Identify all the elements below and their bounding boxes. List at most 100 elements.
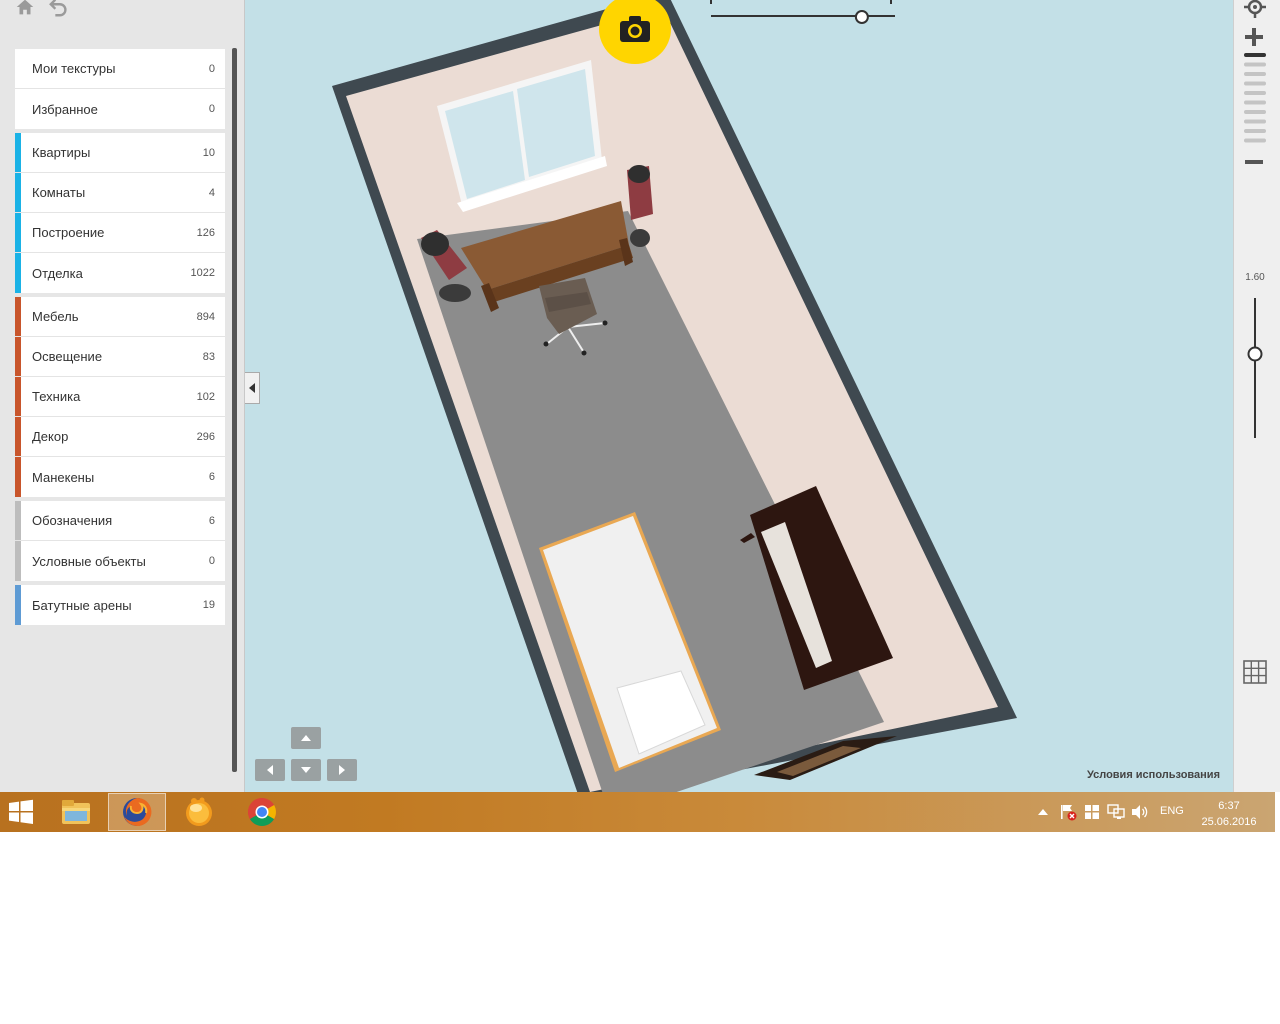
category-item[interactable]: Квартиры 10 bbox=[15, 133, 225, 173]
pan-left-button[interactable] bbox=[255, 759, 285, 781]
category-label: Отделка bbox=[32, 265, 83, 281]
zoom-value-label: 1.60 bbox=[1245, 272, 1265, 283]
category-item[interactable]: Манекены 6 bbox=[15, 457, 225, 497]
category-item[interactable]: Мои текстуры 0 bbox=[15, 49, 225, 89]
zoom-step-bar[interactable] bbox=[1244, 91, 1266, 95]
category-group: Мои текстуры 0 Избранное 0 bbox=[15, 49, 225, 129]
undo-icon[interactable] bbox=[48, 0, 70, 18]
firefox-icon bbox=[123, 797, 152, 826]
volume-tray-button[interactable] bbox=[1130, 792, 1150, 832]
category-group: Обозначения 6 Условные объекты 0 bbox=[15, 501, 225, 581]
view-angle-slider-knob[interactable] bbox=[854, 10, 869, 24]
windows-tray-button[interactable] bbox=[1082, 792, 1102, 832]
room-viewport[interactable]: Условия использования bbox=[245, 0, 1233, 792]
category-count: 894 bbox=[196, 310, 215, 323]
grid-icon[interactable] bbox=[1243, 660, 1267, 684]
category-count: 0 bbox=[208, 103, 215, 115]
windows-taskbar: ENG 6:37 25.06.2016 bbox=[0, 792, 1275, 832]
pan-down-button[interactable] bbox=[291, 759, 321, 781]
category-label: Мои текстуры bbox=[32, 61, 116, 76]
category-color-stripe bbox=[15, 253, 21, 293]
speaker-right bbox=[627, 165, 653, 247]
category-item[interactable]: Условные объекты 0 bbox=[15, 541, 225, 581]
category-color-stripe bbox=[15, 133, 21, 172]
category-count: 0 bbox=[208, 555, 215, 567]
sidebar-toolbar bbox=[14, 0, 70, 18]
category-count: 10 bbox=[202, 146, 215, 159]
collapse-sidebar-button[interactable] bbox=[245, 372, 260, 404]
category-label: Освещение bbox=[32, 349, 103, 364]
category-count: 102 bbox=[196, 390, 215, 403]
category-group: Батутные арены 19 bbox=[15, 585, 225, 625]
terms-of-use-link[interactable]: Условия использования bbox=[1087, 769, 1220, 781]
zoom-step-bar[interactable] bbox=[1244, 62, 1266, 67]
zoom-step-bar[interactable] bbox=[1244, 81, 1266, 86]
speaker-volume-icon bbox=[1132, 805, 1148, 819]
zoom-step-bar[interactable] bbox=[1244, 119, 1266, 124]
zoom-in-icon[interactable] bbox=[1244, 27, 1264, 47]
network-tray-button[interactable] bbox=[1106, 792, 1126, 832]
category-color-stripe bbox=[15, 213, 21, 252]
zoom-slider-knob[interactable] bbox=[1247, 346, 1263, 362]
taskbar-firefox[interactable] bbox=[108, 793, 166, 831]
language-indicator[interactable]: ENG bbox=[1160, 805, 1184, 817]
zoom-step-bar[interactable] bbox=[1244, 129, 1266, 133]
category-label: Батутные арены bbox=[32, 597, 132, 613]
zoom-step-bar[interactable] bbox=[1244, 72, 1266, 76]
catalog-sidebar: Мои текстуры 0 Избранное 0 Квартиры 10 Комнаты… bbox=[0, 0, 245, 792]
zoom-out-icon[interactable] bbox=[1244, 157, 1264, 167]
category-count: 6 bbox=[208, 471, 215, 483]
chevron-up-icon bbox=[1038, 809, 1048, 815]
category-color-stripe bbox=[15, 541, 21, 581]
action-center-tray[interactable] bbox=[1058, 792, 1078, 832]
arrow-down-icon bbox=[301, 767, 311, 773]
category-color-stripe bbox=[15, 585, 21, 625]
category-item[interactable]: Отделка 1022 bbox=[15, 253, 225, 293]
taskbar-chrome[interactable] bbox=[233, 793, 291, 831]
category-label: Мебель bbox=[32, 309, 79, 324]
category-item[interactable]: Мебель 894 bbox=[15, 297, 225, 337]
zoom-slider[interactable] bbox=[1245, 296, 1265, 440]
show-hidden-icons-button[interactable] bbox=[1036, 792, 1050, 832]
zoom-step-bar[interactable] bbox=[1244, 110, 1266, 114]
category-color-stripe bbox=[15, 173, 21, 212]
home-icon[interactable] bbox=[14, 0, 36, 18]
start-button[interactable] bbox=[0, 793, 42, 831]
arrow-right-icon bbox=[339, 765, 345, 775]
category-item[interactable]: Обозначения 6 bbox=[15, 501, 225, 541]
category-color-stripe bbox=[15, 377, 21, 416]
category-item[interactable]: Комнаты 4 bbox=[15, 173, 225, 213]
sidebar-scrollbar[interactable] bbox=[232, 48, 237, 772]
category-item[interactable]: Построение 126 bbox=[15, 213, 225, 253]
zoom-level-steps[interactable] bbox=[1243, 52, 1267, 148]
category-item[interactable]: Техника 102 bbox=[15, 377, 225, 417]
category-count: 296 bbox=[196, 430, 215, 443]
category-color-stripe bbox=[15, 417, 21, 456]
category-count: 83 bbox=[202, 350, 215, 363]
view-angle-slider[interactable] bbox=[705, 0, 905, 30]
category-count: 4 bbox=[208, 186, 215, 199]
locate-icon[interactable] bbox=[1244, 0, 1266, 18]
zoom-step-bar[interactable] bbox=[1244, 138, 1266, 143]
category-label: Декор bbox=[32, 429, 69, 444]
taskbar-mail-app[interactable] bbox=[170, 793, 228, 831]
zoom-step-bar[interactable] bbox=[1244, 53, 1266, 57]
pan-up-button[interactable] bbox=[291, 727, 321, 749]
category-label: Комнаты bbox=[32, 185, 86, 200]
zoom-step-bar[interactable] bbox=[1244, 100, 1266, 105]
pan-right-button[interactable] bbox=[327, 759, 357, 781]
category-item[interactable]: Избранное 0 bbox=[15, 89, 225, 129]
chrome-icon bbox=[248, 798, 276, 826]
category-item[interactable]: Освещение 83 bbox=[15, 337, 225, 377]
arrow-left-icon bbox=[267, 765, 273, 775]
category-list: Мои текстуры 0 Избранное 0 Квартиры 10 Комнаты… bbox=[15, 49, 225, 629]
taskbar-file-explorer[interactable] bbox=[47, 793, 105, 831]
category-color-stripe bbox=[15, 457, 21, 497]
category-group: Мебель 894 Освещение 83 Техника 102 Декор 296 Ма… bbox=[15, 297, 225, 497]
category-item[interactable]: Декор 296 bbox=[15, 417, 225, 457]
category-item[interactable]: Батутные арены 19 bbox=[15, 585, 225, 625]
taskbar-clock[interactable]: 6:37 25.06.2016 bbox=[1198, 798, 1260, 830]
arrow-up-icon bbox=[301, 735, 311, 741]
room-scene bbox=[332, 0, 1017, 792]
network-icon bbox=[1107, 804, 1125, 819]
